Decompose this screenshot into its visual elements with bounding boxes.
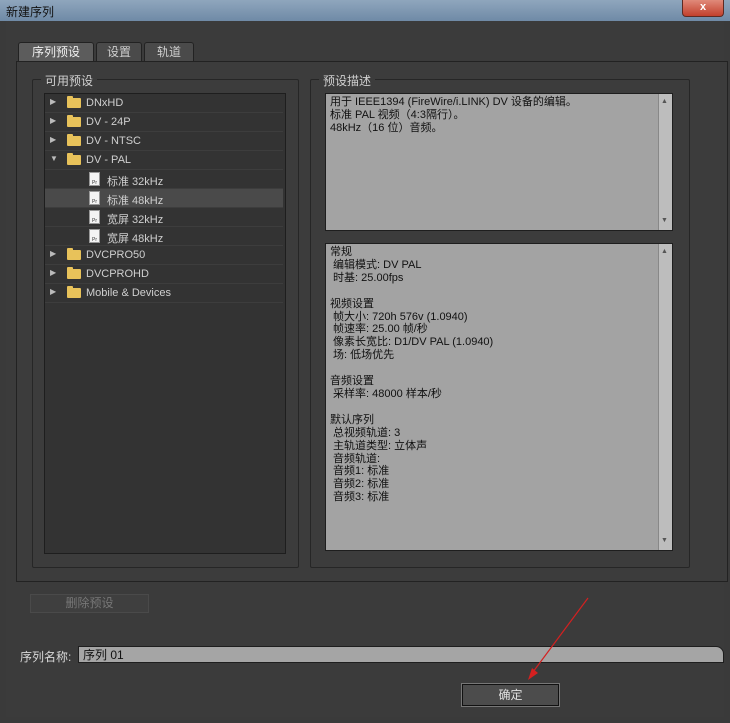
tree-item-label: DNxHD [86,97,124,109]
preset-details-box[interactable]: 常规 编辑模式: DV PAL 时基: 25.00fps 视频设置 帧大小: 7… [325,243,673,551]
tree-item-widescreen-48khz[interactable]: Pr 宽屏 48kHz [45,227,283,246]
scroll-up-icon[interactable]: ▲ [661,246,668,259]
tree-item-mobile-devices[interactable]: ▶ Mobile & Devices [45,284,283,303]
sequence-name-input[interactable]: 序列 01 [78,646,724,663]
available-presets-label: 可用预设 [41,72,98,89]
preset-summary-box[interactable]: 用于 IEEE1394 (FireWire/i.LINK) DV 设备的编辑。 … [325,93,673,231]
premiere-preset-icon: Pr [89,191,100,205]
tree-item-label: DV - NTSC [86,135,141,147]
tab-sequence-presets[interactable]: 序列预设 [18,42,94,61]
delete-preset-button[interactable]: 删除预设 [30,594,149,613]
folder-icon [67,248,81,260]
expand-arrow-icon[interactable]: ▶ [50,97,60,107]
summary-scrollbar[interactable]: ▲ ▼ [658,94,672,230]
tree-item-label: Mobile & Devices [86,287,171,299]
ok-button[interactable]: 确定 [461,683,560,707]
expand-arrow-icon[interactable]: ▶ [50,287,60,297]
expand-arrow-icon[interactable]: ▶ [50,268,60,278]
tree-item-label: DV - PAL [86,154,132,166]
tree-item-standard-32khz[interactable]: Pr 标准 32kHz [45,170,283,189]
tree-item-dv-24p[interactable]: ▶ DV - 24P [45,113,283,132]
tree-item-standard-48khz[interactable]: Pr 标准 48kHz [45,189,283,208]
tree-item-label: 宽屏 32kHz [107,214,164,226]
preset-tree[interactable]: ▶ DNxHD ▶ DV - 24P ▶ DV - NTSC ▼ DV - PA… [44,93,286,554]
tab-settings[interactable]: 设置 [96,42,142,61]
folder-open-icon [67,153,81,165]
tree-item-label: DV - 24P [86,116,131,128]
sequence-name-label: 序列名称: [20,650,72,664]
expand-arrow-icon[interactable]: ▶ [50,135,60,145]
tree-item-dnxhd[interactable]: ▶ DNxHD [45,94,283,113]
scroll-down-icon[interactable]: ▼ [661,215,668,228]
new-sequence-dialog: 新建序列 x 序列预设 设置 轨道 可用预设 ▶ DNxHD ▶ DV - 24… [0,0,730,723]
preset-details-text: 常规 编辑模式: DV PAL 时基: 25.00fps 视频设置 帧大小: 7… [330,246,494,504]
details-scrollbar[interactable]: ▲ ▼ [658,244,672,550]
tree-item-widescreen-32khz[interactable]: Pr 宽屏 32kHz [45,208,283,227]
folder-icon [67,96,81,108]
preset-description-label: 预设描述 [319,72,376,89]
close-button[interactable]: x [682,0,724,17]
folder-icon [67,267,81,279]
scroll-down-icon[interactable]: ▼ [661,535,668,548]
tab-tracks[interactable]: 轨道 [144,42,194,61]
title-bar: 新建序列 x [0,0,730,21]
folder-icon [67,286,81,298]
folder-icon [67,134,81,146]
scroll-up-icon[interactable]: ▲ [661,96,668,109]
tree-item-dv-ntsc[interactable]: ▶ DV - NTSC [45,132,283,151]
expand-arrow-icon[interactable]: ▶ [50,116,60,126]
tree-item-dvcpro50[interactable]: ▶ DVCPRO50 [45,246,283,265]
tree-item-label: DVCPROHD [86,268,149,280]
tree-item-label: 标准 48kHz [107,195,164,207]
preset-summary-text: 用于 IEEE1394 (FireWire/i.LINK) DV 设备的编辑。 … [330,96,577,134]
folder-icon [67,115,81,127]
tree-item-dv-pal[interactable]: ▼ DV - PAL [45,151,283,170]
collapse-arrow-icon[interactable]: ▼ [50,154,60,164]
tree-item-label: 标准 32kHz [107,176,164,188]
tree-item-label: DVCPRO50 [86,249,146,261]
premiere-preset-icon: Pr [89,210,100,224]
premiere-preset-icon: Pr [89,229,100,243]
window-title: 新建序列 [6,5,55,19]
tree-item-label: 宽屏 48kHz [107,233,164,245]
tree-item-dvcprohd[interactable]: ▶ DVCPROHD [45,265,283,284]
expand-arrow-icon[interactable]: ▶ [50,249,60,259]
premiere-preset-icon: Pr [89,172,100,186]
